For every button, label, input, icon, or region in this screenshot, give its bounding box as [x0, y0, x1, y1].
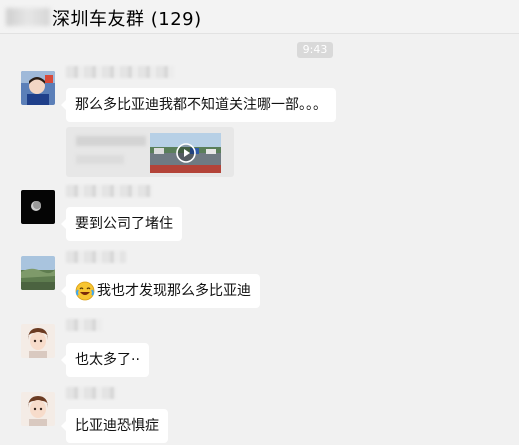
sender-name-blurred — [66, 319, 102, 331]
sender-name-blurred — [66, 387, 116, 399]
message-bubble[interactable]: 要到公司了堵住 — [61, 207, 182, 241]
blurred-prefix — [6, 8, 50, 26]
time-divider: 9:43 — [297, 42, 333, 58]
chat-title[interactable]: 深圳车友群 (129) — [52, 5, 202, 31]
avatar[interactable] — [21, 392, 55, 426]
laughing-crying-emoji — [75, 280, 95, 301]
avatar[interactable] — [21, 71, 55, 105]
message-bubble[interactable]: 也太多了·· — [61, 343, 149, 377]
video-caption-blurred — [76, 155, 124, 164]
message-bubble[interactable]: 那么多比亚迪我都不知道关注哪一部。。。 — [61, 88, 336, 122]
message-text: 比亚迪恐惧症 — [75, 418, 159, 434]
message-bubble[interactable]: 我也才发现那么多比亚迪 — [61, 274, 260, 308]
avatar[interactable] — [21, 190, 55, 224]
video-caption-blurred — [76, 136, 146, 146]
sender-name-blurred — [66, 66, 174, 78]
avatar[interactable] — [21, 324, 55, 358]
message-text: 我也才发现那么多比亚迪 — [97, 283, 251, 299]
avatar[interactable] — [21, 256, 55, 290]
message-bubble[interactable]: 比亚迪恐惧症 — [61, 409, 168, 443]
chat-header: 深圳车友群 (129) — [0, 0, 519, 34]
play-icon[interactable] — [176, 143, 196, 163]
message-text: 要到公司了堵住 — [75, 216, 173, 232]
sender-name-blurred — [66, 251, 126, 263]
sender-name-blurred — [66, 185, 152, 197]
message-text: 也太多了·· — [75, 352, 140, 368]
message-text: 那么多比亚迪我都不知道关注哪一部。。。 — [75, 97, 327, 113]
